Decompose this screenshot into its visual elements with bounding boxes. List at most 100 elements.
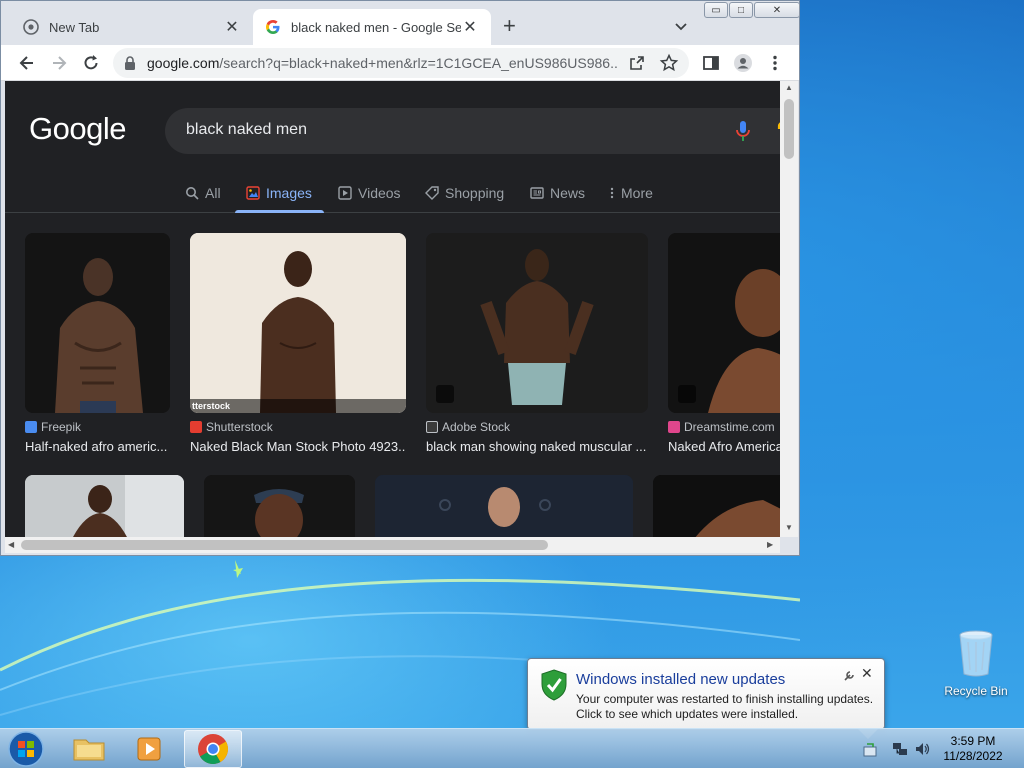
reload-icon[interactable] (81, 53, 101, 73)
url-text[interactable]: google.com/search?q=black+naked+men&rlz=… (147, 55, 617, 71)
result-source[interactable]: Adobe Stock (426, 420, 510, 434)
clock-time: 3:59 PM (950, 734, 996, 748)
result-title[interactable]: Half-naked afro americ... (25, 439, 170, 454)
result-source-name: Adobe Stock (442, 420, 511, 434)
chevron-down-icon[interactable] (671, 16, 691, 36)
windows-update-icon[interactable] (862, 741, 878, 757)
result-source[interactable]: Freepik (25, 420, 81, 434)
search-query[interactable]: black naked men (186, 121, 307, 139)
person-photo-thumbnail (375, 475, 633, 537)
minimize-button[interactable]: ▭ (704, 2, 728, 18)
profile-avatar-icon[interactable] (733, 53, 753, 73)
google-logo[interactable]: Google (29, 111, 126, 147)
recycle-bin[interactable]: Recycle Bin (940, 628, 1012, 698)
forward-arrow-icon[interactable] (49, 53, 69, 73)
person-photo-thumbnail (190, 233, 406, 413)
system-clock[interactable]: 3:59 PM 11/28/2022 (938, 734, 1008, 764)
search-icon (186, 187, 199, 200)
vertical-scroll-thumb[interactable] (784, 99, 794, 159)
close-window-button[interactable]: ✕ (754, 2, 800, 18)
tab-shopping[interactable]: Shopping (425, 173, 504, 213)
news-icon (530, 187, 544, 199)
scroll-left-icon[interactable]: ◀ (8, 540, 14, 549)
tab-label: More (621, 185, 653, 201)
chrome-icon (198, 734, 229, 765)
lock-icon[interactable] (123, 55, 137, 71)
result-image[interactable] (25, 233, 170, 413)
taskbar-explorer[interactable] (60, 730, 118, 768)
result-image[interactable] (25, 475, 184, 537)
notification-body: Your computer was restarted to finish in… (576, 692, 873, 722)
back-arrow-icon[interactable] (17, 53, 37, 73)
result-image[interactable] (426, 233, 648, 413)
result-title[interactable]: black man showing naked muscular ... (426, 439, 648, 454)
tab-label: Shopping (445, 185, 505, 201)
dreamstime-icon (668, 421, 680, 433)
notification-title: Windows installed new updates (576, 671, 786, 688)
result-source-name: Shutterstock (206, 420, 273, 434)
start-button[interactable] (6, 730, 46, 768)
scroll-down-icon[interactable]: ▼ (785, 523, 793, 532)
tab-videos[interactable]: Videos (338, 173, 401, 213)
result-title[interactable]: Naked Black Man Stock Photo 4923... (190, 439, 406, 454)
share-icon[interactable] (627, 53, 647, 73)
notification-line: Click to see which updates were installe… (576, 707, 799, 721)
new-tab-button[interactable]: + (503, 15, 516, 37)
settings-wrench-icon[interactable] (842, 669, 856, 683)
address-bar[interactable]: google.com/search?q=black+naked+men&rlz=… (113, 48, 689, 78)
scroll-right-icon[interactable]: ▶ (767, 540, 773, 549)
taskbar: 3:59 PM 11/28/2022 (0, 728, 1024, 768)
notification-line: Your computer was restarted to finish in… (576, 692, 874, 706)
horizontal-scroll-thumb[interactable] (21, 540, 548, 550)
tab-close-icon[interactable]: ✕ (223, 17, 241, 37)
result-image[interactable]: tterstock (190, 233, 406, 413)
network-icon[interactable] (892, 741, 908, 757)
freepik-icon (25, 421, 37, 433)
result-image[interactable] (668, 233, 780, 413)
result-source[interactable]: Shutterstock (190, 420, 273, 434)
bookmark-star-icon[interactable] (659, 53, 679, 73)
google-g-icon (266, 20, 280, 34)
microphone-icon[interactable] (735, 120, 751, 142)
scroll-up-icon[interactable]: ▲ (785, 83, 793, 92)
result-source[interactable]: Dreamstime.com (668, 420, 775, 434)
update-notification[interactable]: Windows installed new updates Your compu… (527, 658, 885, 739)
volume-icon[interactable] (914, 741, 930, 757)
clock-date: 11/28/2022 (943, 749, 1003, 763)
person-photo-thumbnail (25, 475, 184, 537)
person-photo-thumbnail (426, 233, 648, 413)
image-badge-icon (678, 385, 696, 403)
menu-kebab-icon[interactable] (765, 53, 785, 73)
horizontal-scrollbar[interactable]: ◀ ▶ (5, 537, 780, 553)
url-host: google.com (147, 55, 220, 71)
tab-all[interactable]: All (185, 173, 221, 213)
vertical-scrollbar[interactable]: ▲ ▼ (780, 81, 798, 537)
search-nav-tabs: All Images Videos Shopping News More (5, 173, 780, 213)
search-input[interactable]: black naked men (165, 108, 780, 154)
tab-news[interactable]: News (530, 173, 585, 213)
url-path: /search?q=black+naked+men&rlz=1C1GCEA_en… (219, 55, 617, 71)
tab-close-icon[interactable]: ✕ (461, 17, 479, 37)
tab-label: Videos (358, 185, 401, 201)
chrome-icon (23, 19, 39, 35)
taskbar-chrome[interactable] (184, 730, 242, 768)
tab-more[interactable]: More (609, 173, 653, 213)
tab-label: Images (266, 185, 312, 201)
person-photo-thumbnail (653, 475, 780, 537)
maximize-button[interactable]: □ (729, 2, 753, 18)
tab-images[interactable]: Images (246, 173, 312, 213)
result-title[interactable]: Naked Afro America (668, 439, 780, 454)
tab-google-search[interactable]: black naked men - Google Search ✕ (253, 9, 491, 45)
result-source-name: Freepik (41, 420, 82, 434)
tab-new-tab[interactable]: New Tab ✕ (11, 9, 253, 45)
result-image[interactable] (653, 475, 780, 537)
result-image[interactable] (375, 475, 633, 537)
browser-toolbar: google.com/search?q=black+naked+men&rlz=… (1, 45, 799, 81)
taskbar-media-player[interactable] (122, 730, 180, 768)
result-image[interactable] (204, 475, 355, 537)
tab-label: News (550, 185, 586, 201)
notification-close-button[interactable]: ✕ (861, 665, 873, 682)
active-tab-indicator (235, 210, 324, 213)
side-panel-icon[interactable] (701, 53, 721, 73)
tag-icon (425, 186, 439, 200)
